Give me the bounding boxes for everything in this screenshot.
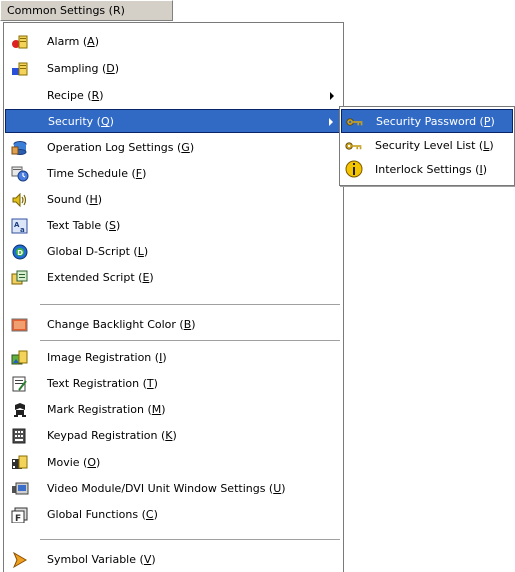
keypad-registration-icon [11,428,29,444]
submenu-item-interlock-settings[interactable]: Interlock Settings (I) [341,158,513,182]
menu-item-operation-log-settings[interactable]: Operation Log Settings (G) [5,136,342,160]
global-dscript-icon: D [11,244,29,260]
security-submenu: Security Password (P) Security Level Lis… [339,106,515,186]
submenu-item-security-level-list[interactable]: Security Level List (L) [341,134,513,158]
movie-icon [11,455,29,471]
key-icon [346,114,364,130]
operation-log-icon [11,140,29,156]
menu-item-recipe[interactable]: Recipe (R) [5,84,342,108]
menubar-label: Common Settings (R) [7,4,125,17]
menu-item-change-backlight-color[interactable]: Change Backlight Color (B) [5,313,342,337]
submenu-arrow-icon [329,118,333,126]
global-functions-icon: F [11,507,29,523]
menu-item-symbol-variable[interactable]: Symbol Variable (V) [5,548,342,572]
menu-item-sampling[interactable]: Sampling (D) [5,57,342,81]
sound-icon [11,192,29,208]
menu-item-sound[interactable]: Sound (H) [5,188,342,212]
svg-text:F: F [15,514,21,523]
text-table-icon: A a [11,218,29,234]
sampling-icon [11,61,29,77]
time-schedule-icon [11,166,29,182]
menu-separator [40,304,340,306]
menu-item-time-schedule[interactable]: Time Schedule (F) [5,162,342,186]
mark-registration-icon [11,402,29,418]
svg-text:a: a [20,226,25,234]
menubar-common-settings[interactable]: Common Settings (R) [0,0,173,21]
menu-item-mark-registration[interactable]: Mark Registration (M) [5,398,342,422]
svg-text:D: D [17,249,23,257]
alarm-icon [11,34,29,50]
menu-item-text-table[interactable]: A a Text Table (S) [5,214,342,238]
menu-item-image-registration[interactable]: Image Registration (I) [5,346,342,370]
common-settings-menu: Alarm (A) Sampling (D) Recipe (R) Securi… [3,22,344,572]
submenu-arrow-icon [330,92,334,100]
menu-item-text-registration[interactable]: Text Registration (T) [5,372,342,396]
extended-script-icon [11,270,29,286]
menu-item-global-d-script[interactable]: D Global D-Script (L) [5,240,342,264]
menu-item-keypad-registration[interactable]: Keypad Registration (K) [5,424,342,448]
menu-item-extended-script[interactable]: Extended Script (E) [5,266,342,290]
menu-item-alarm[interactable]: Alarm (A) [5,30,342,54]
menu-item-movie[interactable]: Movie (O) [5,451,342,475]
menu-item-security[interactable]: Security (Q) [5,109,342,133]
menu-item-global-functions[interactable]: F Global Functions (C) [5,503,342,527]
menu-separator [40,340,340,342]
submenu-item-security-password[interactable]: Security Password (P) [341,109,513,133]
symbol-variable-icon [11,552,29,568]
image-registration-icon [11,350,29,366]
menu-item-video-module-settings[interactable]: Video Module/DVI Unit Window Settings (U… [5,477,342,501]
backlight-icon [11,317,29,333]
video-module-icon [11,481,29,497]
menu-separator [40,539,340,541]
text-registration-icon [11,376,29,392]
key-icon [345,138,363,154]
info-icon [345,160,363,178]
